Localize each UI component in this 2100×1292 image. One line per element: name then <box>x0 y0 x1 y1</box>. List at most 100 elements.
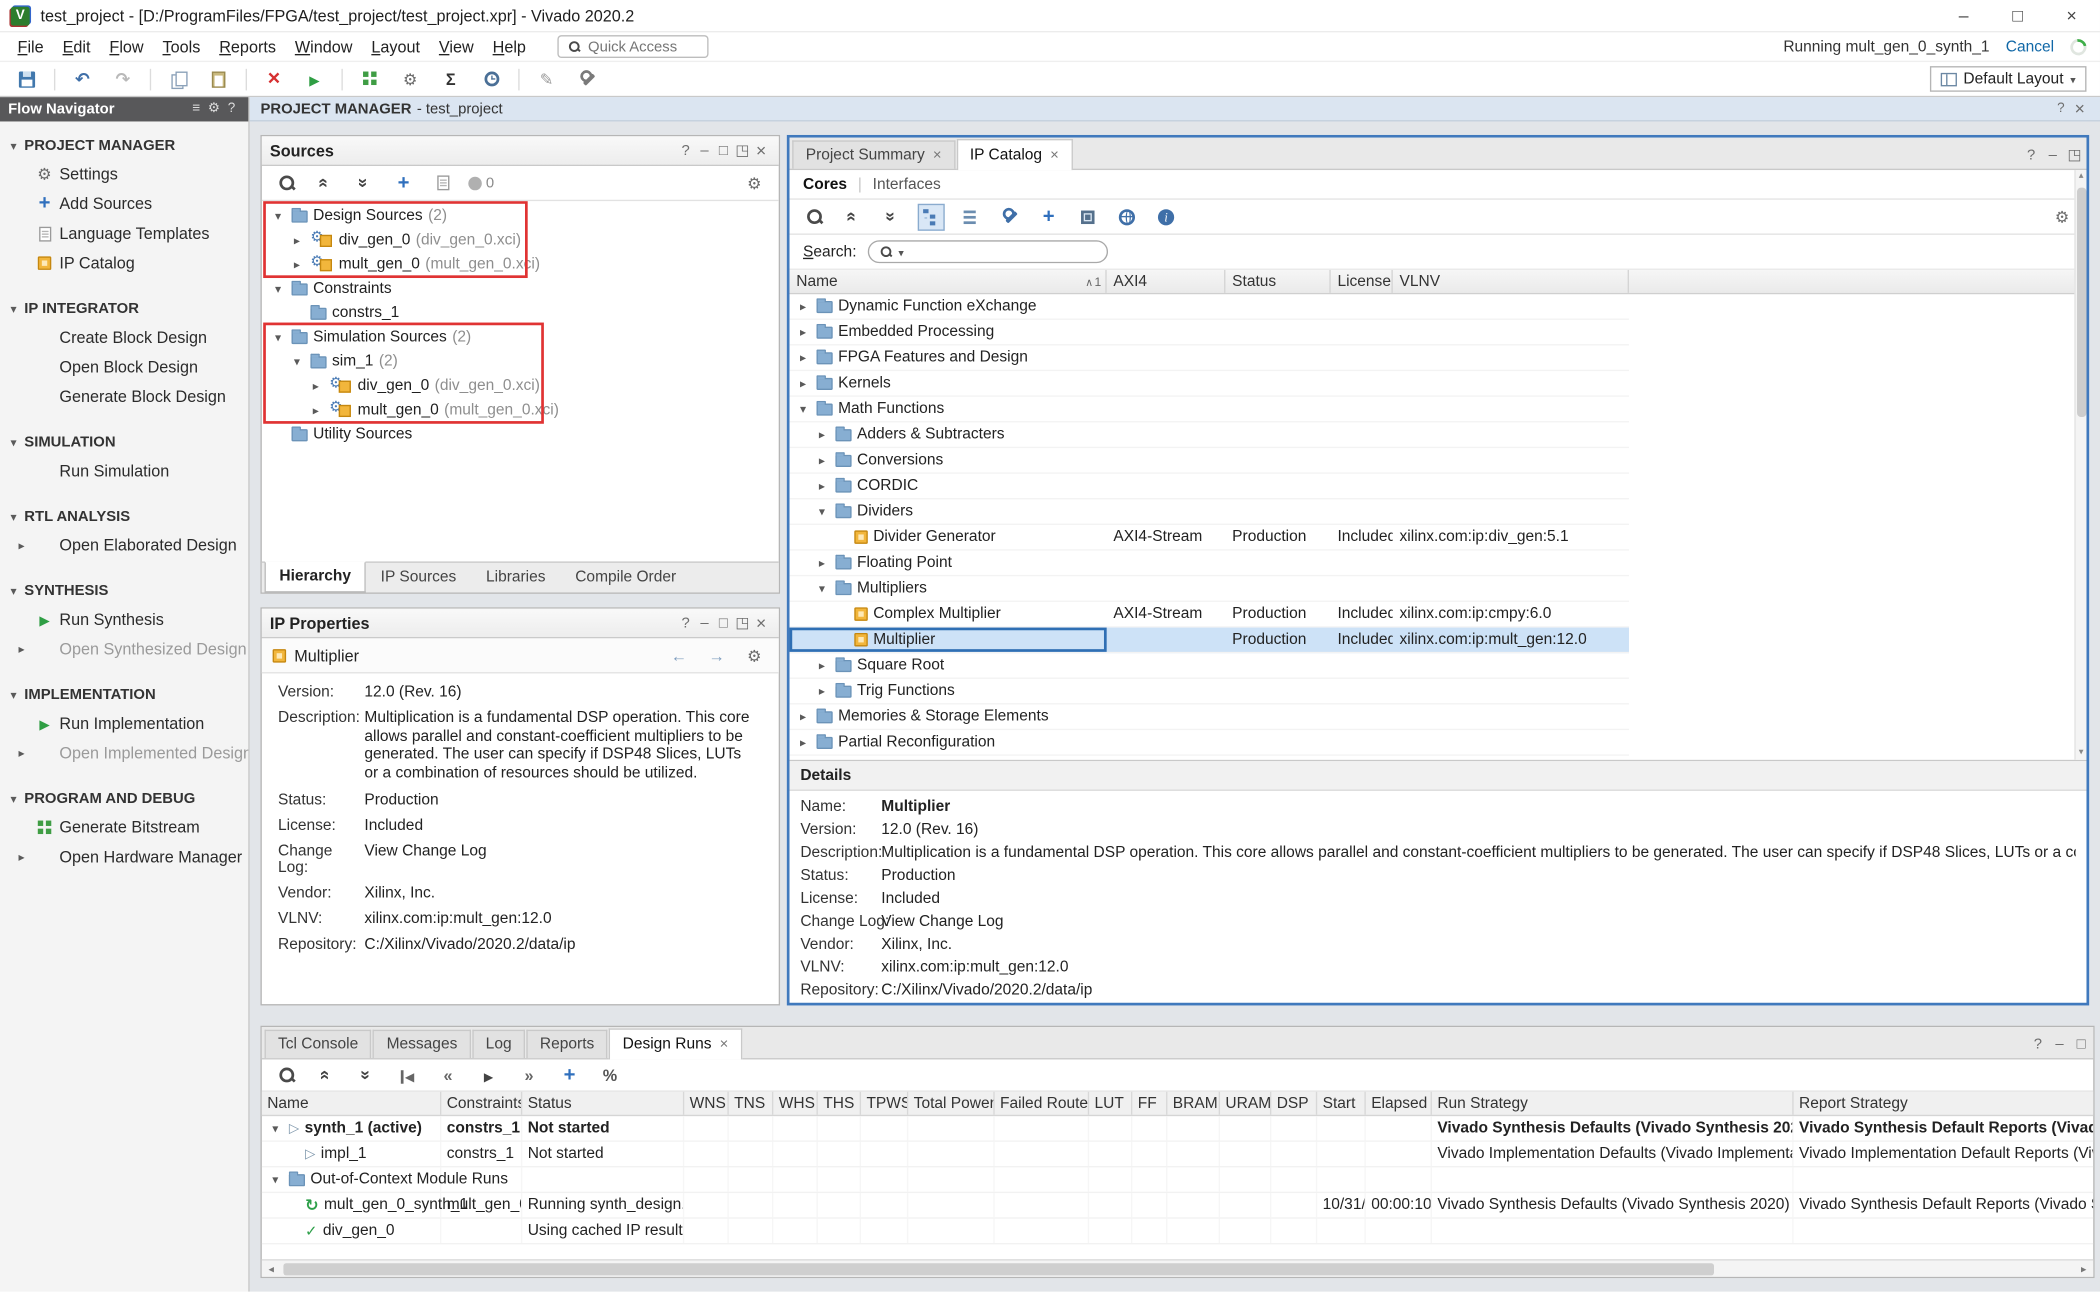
web-button[interactable] <box>1113 203 1140 230</box>
tree-item-div-gen-0[interactable]: div_gen_0 (div_gen_0.xci) <box>262 374 779 398</box>
flow-item-run-simulation[interactable]: Run Simulation <box>0 456 248 486</box>
column-header-status[interactable]: Status <box>1225 270 1330 293</box>
catalog-row-multiplier[interactable]: MultiplierProductionIncludedxilinx.com:i… <box>790 628 1629 654</box>
nav-back-button[interactable] <box>665 642 692 669</box>
catalog-row-embedded-processing[interactable]: Embedded Processing <box>790 320 1629 346</box>
chevron-down-icon[interactable] <box>5 138 21 154</box>
tab-libraries[interactable]: Libraries <box>471 563 560 593</box>
chevron-right-icon[interactable] <box>13 537 29 553</box>
run-row-div-gen-0[interactable]: div_gen_0Using cached IP results <box>262 1219 2093 1245</box>
quick-access-search[interactable] <box>557 35 708 58</box>
flow-item-add-sources[interactable]: Add Sources <box>0 189 248 219</box>
close-icon[interactable] <box>752 141 771 160</box>
chevron-right-icon[interactable] <box>814 683 830 699</box>
play-button[interactable] <box>301 65 328 92</box>
chevron-right-icon[interactable] <box>308 378 324 394</box>
close-icon[interactable] <box>1050 147 1059 163</box>
catalog-row-multipliers[interactable]: Multipliers <box>790 576 1629 602</box>
minimize-icon[interactable] <box>2043 146 2062 165</box>
flow-item-language-templates[interactable]: Language Templates <box>0 219 248 249</box>
run-row-out-of-context-module-runs[interactable]: Out-of-Context Module Runs <box>262 1167 2093 1193</box>
add-button[interactable] <box>390 169 417 196</box>
column-header-ff[interactable]: FF <box>1132 1092 1167 1115</box>
delete-button[interactable] <box>260 65 287 92</box>
tab-design-runs[interactable]: Design Runs <box>609 1028 742 1059</box>
flow-section-header[interactable]: IP INTEGRATOR <box>0 296 248 323</box>
chevron-down-icon[interactable] <box>5 687 21 703</box>
chevron-right-icon[interactable] <box>289 256 305 272</box>
chevron-down-icon[interactable] <box>289 354 305 370</box>
cancel-run-link[interactable]: Cancel <box>2006 38 2054 54</box>
edit-button[interactable] <box>533 65 560 92</box>
column-header-license[interactable]: License <box>1331 270 1393 293</box>
flow-section-header[interactable]: PROGRAM AND DEBUG <box>0 785 248 812</box>
chevron-right-icon[interactable] <box>13 849 29 865</box>
help-icon[interactable] <box>2051 99 2070 118</box>
chevron-right-icon[interactable] <box>795 324 811 340</box>
flow-item-settings[interactable]: Settings <box>0 159 248 189</box>
flow-item-ip-catalog[interactable]: IP Catalog <box>0 248 248 278</box>
help-icon[interactable] <box>676 613 695 632</box>
collapse-all-button[interactable] <box>312 169 339 196</box>
tab-messages[interactable]: Messages <box>373 1030 471 1058</box>
vertical-scrollbar[interactable] <box>2074 170 2086 760</box>
column-header-uram[interactable]: URAM <box>1220 1092 1271 1115</box>
column-header-tpws[interactable]: TPWS <box>861 1092 908 1115</box>
scroll-down-icon[interactable] <box>2076 746 2087 759</box>
chevron-down-icon[interactable] <box>5 301 21 317</box>
column-header-report-strategy[interactable]: Report Strategy <box>1794 1092 2094 1115</box>
float-icon[interactable] <box>2065 146 2084 165</box>
layout-selector[interactable]: Default Layout <box>1930 66 2087 92</box>
chevron-down-icon[interactable] <box>270 208 286 224</box>
tab-log[interactable]: Log <box>472 1030 525 1058</box>
column-header-total-power[interactable]: Total Power <box>908 1092 994 1115</box>
tree-item-div-gen-0[interactable]: div_gen_0 (div_gen_0.xci) <box>262 228 779 252</box>
nav-forward-button[interactable] <box>703 642 730 669</box>
chevron-right-icon[interactable] <box>795 298 811 314</box>
column-header-name[interactable]: Name <box>262 1092 441 1115</box>
window-close-button[interactable]: × <box>2054 5 2089 25</box>
column-header-vlnv[interactable]: VLNV <box>1393 270 1629 293</box>
subtab-interfaces[interactable]: Interfaces <box>873 176 941 192</box>
add-button[interactable] <box>1035 203 1062 230</box>
save-button[interactable] <box>13 65 40 92</box>
scroll-up-icon[interactable] <box>2076 170 2087 183</box>
catalog-row-kernels[interactable]: Kernels <box>790 371 1629 397</box>
redo-button[interactable] <box>109 65 136 92</box>
close-icon[interactable] <box>2070 99 2089 118</box>
grid-button[interactable] <box>356 65 383 92</box>
wrench-button[interactable] <box>996 203 1023 230</box>
chevron-down-icon[interactable] <box>270 281 286 297</box>
catalog-row-complex-multiplier[interactable]: Complex MultiplierAXI4-StreamProductionI… <box>790 602 1629 628</box>
scrollbar-thumb[interactable] <box>2076 188 2085 417</box>
run-row-impl-1[interactable]: impl_1constrs_1Not startedVivado Impleme… <box>262 1142 2093 1168</box>
close-icon[interactable] <box>933 147 942 163</box>
subtab-cores[interactable]: Cores <box>803 176 847 192</box>
run-row-mult-gen-0-synth-1[interactable]: mult_gen_0_synth_1mult_gen_0Running synt… <box>262 1193 2093 1219</box>
catalog-row-square-root[interactable]: Square Root <box>790 653 1629 679</box>
quick-access-input[interactable] <box>588 38 700 54</box>
doc-button[interactable] <box>429 169 456 196</box>
search-button[interactable] <box>273 169 300 196</box>
flow-item-open-implemented-design[interactable]: Open Implemented Design <box>0 738 248 768</box>
help-icon[interactable] <box>223 100 241 119</box>
column-header-tns[interactable]: TNS <box>729 1092 774 1115</box>
close-icon[interactable] <box>720 1036 729 1052</box>
ip-catalog-search-input[interactable] <box>908 244 1100 260</box>
chevron-right-icon[interactable] <box>13 641 29 657</box>
tree-item-mult-gen-0[interactable]: mult_gen_0 (mult_gen_0.xci) <box>262 398 779 422</box>
help-icon[interactable] <box>676 141 695 160</box>
catalog-row-conversions[interactable]: Conversions <box>790 448 1629 474</box>
chevron-right-icon[interactable] <box>289 232 305 248</box>
chevron-right-icon[interactable] <box>795 375 811 391</box>
catalog-row-floating-point[interactable]: Floating Point <box>790 551 1629 577</box>
chevron-down-icon[interactable] <box>5 791 21 807</box>
catalog-row-memories-storage-elements[interactable]: Memories & Storage Elements <box>790 704 1629 730</box>
play-dark-button[interactable] <box>475 1061 502 1088</box>
minimize-icon[interactable] <box>695 613 714 632</box>
column-header-name[interactable]: Name1 <box>790 270 1107 293</box>
chevron-down-icon[interactable] <box>5 509 21 525</box>
window-minimize-button[interactable]: – <box>1946 5 1981 25</box>
catalog-row-trig-functions[interactable]: Trig Functions <box>790 679 1629 705</box>
menu-icon[interactable] <box>188 100 206 119</box>
